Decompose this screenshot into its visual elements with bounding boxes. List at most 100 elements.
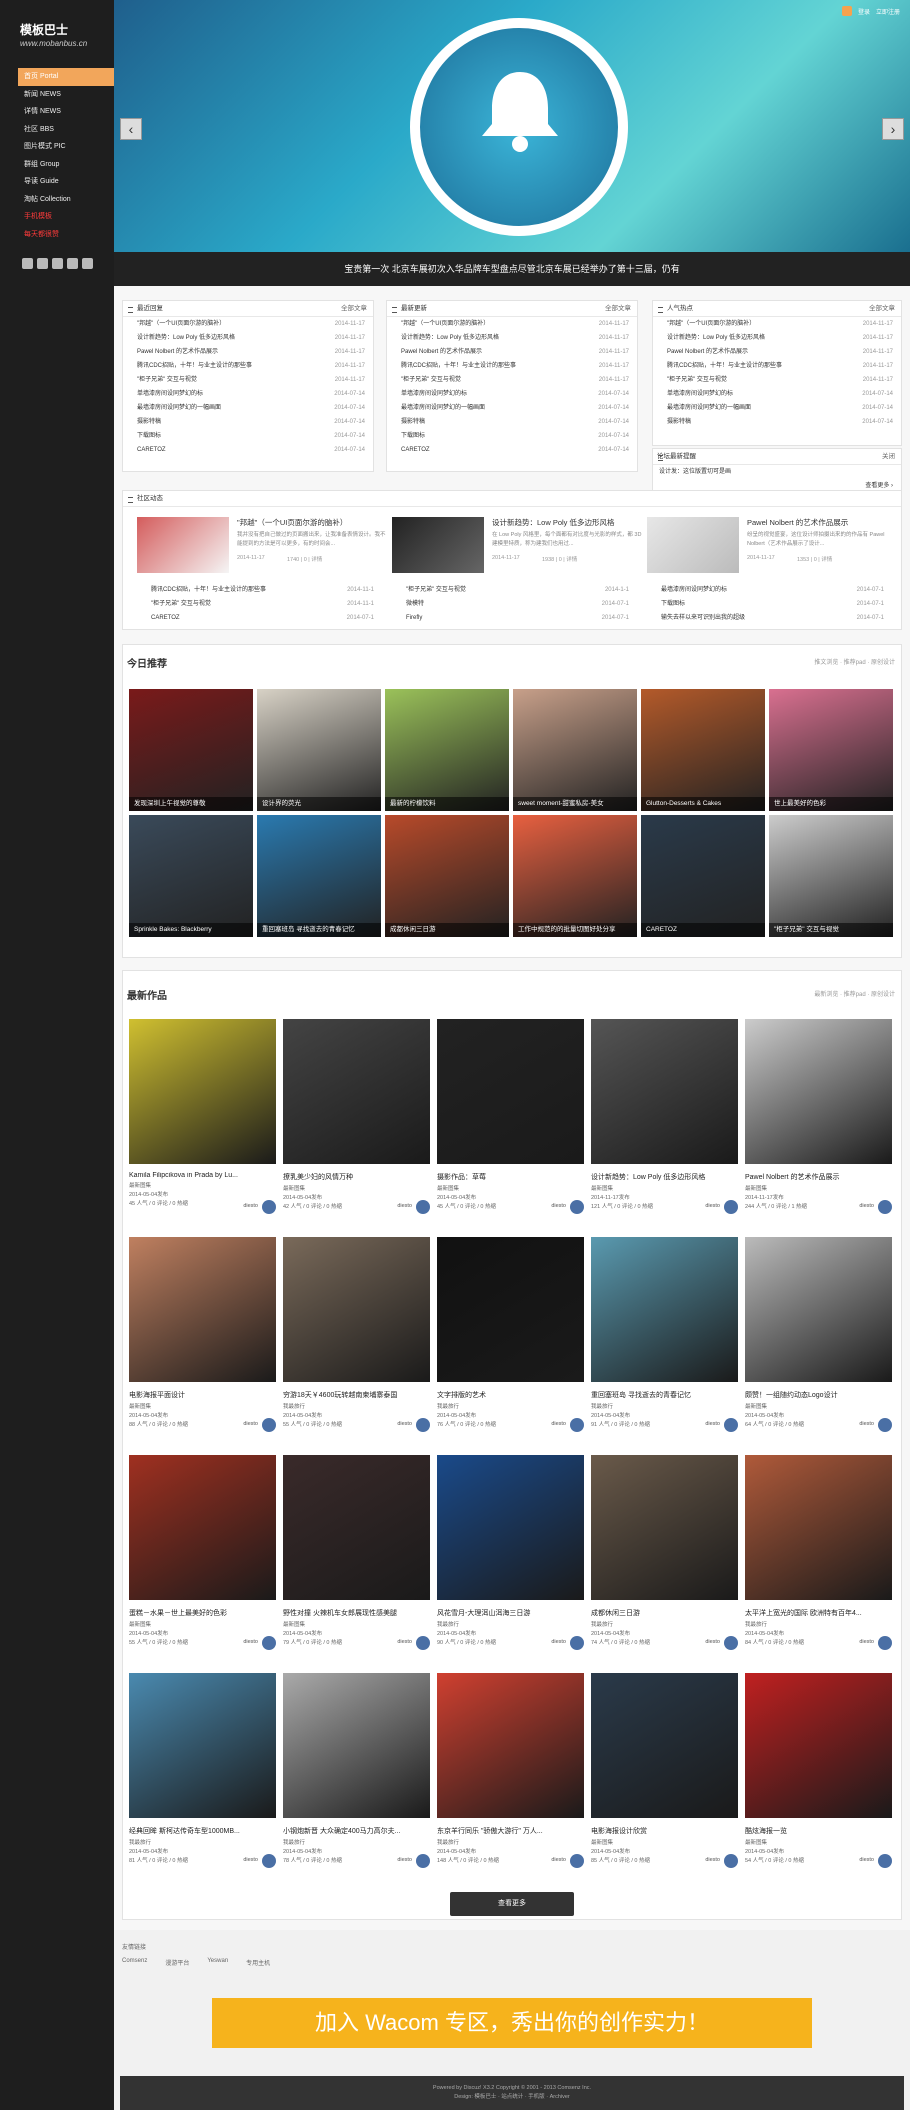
nav-item[interactable]: 淘帖 Collection bbox=[18, 191, 114, 209]
star-icon[interactable] bbox=[37, 258, 48, 269]
author-name[interactable]: diesto bbox=[551, 1639, 566, 1645]
list-item[interactable]: 下载图标 2014-07-1 bbox=[647, 597, 892, 611]
work-card[interactable]: 太平洋上宽光的国际 欧洲特有百年4... 我最旅行 2014-05-04发布 84 人… bbox=[745, 1455, 892, 1650]
list-item[interactable]: 设计新趋势：Low Poly 低多边形风格 2014-11-17 bbox=[387, 331, 637, 345]
list-item[interactable]: 摄影特稿 2014-07-14 bbox=[387, 415, 637, 429]
work-category[interactable]: 我最旅行 bbox=[437, 1621, 584, 1630]
item-title[interactable]: "邦越"（一个UI页面尔游的脑补） bbox=[137, 317, 225, 331]
list-item[interactable]: 下载图标 2014-07-14 bbox=[387, 429, 637, 443]
avatar[interactable] bbox=[724, 1854, 738, 1868]
list-item[interactable]: 下载图标 2014-07-14 bbox=[123, 429, 373, 443]
work-title[interactable]: 野性对撞 火辣机车女郎展现性感美腿 bbox=[283, 1608, 430, 1618]
feature-image[interactable] bbox=[647, 517, 739, 573]
work-image[interactable] bbox=[591, 1237, 738, 1382]
recommend-thumb[interactable]: 最新的柠檬饮料 bbox=[385, 689, 509, 811]
work-card[interactable]: Kamila Filipcikova in Prada by Lu... 最新图集… bbox=[129, 1019, 276, 1214]
item-title[interactable]: Pawel Nolbert 的艺术作品展示 bbox=[137, 345, 218, 359]
item-title[interactable]: 设计新趋势：Low Poly 低多边形风格 bbox=[401, 331, 499, 345]
feature-title[interactable]: 设计新趋势：Low Poly 低多边形风格 bbox=[492, 517, 642, 528]
item-title[interactable]: 摄影特稿 bbox=[401, 415, 425, 429]
work-category[interactable]: 我最旅行 bbox=[437, 1403, 584, 1412]
design-line[interactable]: Design: 模板巴士 · 站点统计 · 手机版 · Archiver bbox=[120, 2093, 904, 2102]
slider-next-button[interactable]: › bbox=[882, 118, 904, 140]
work-card[interactable]: 摄影作品：草莓 最新图集 2014-05-04发布 45 人气 / 0 评论 / 0 … bbox=[437, 1019, 584, 1214]
list-item[interactable]: 腾讯CDC招贴，十年！与业主设计的那些事 2014-11-17 bbox=[123, 359, 373, 373]
nav-item[interactable]: 图片模式 PIC bbox=[18, 138, 114, 156]
list-item[interactable]: 最墙漆房间设同梦幻的一幅画面 2014-07-14 bbox=[653, 401, 901, 415]
item-title[interactable]: 单墙漆房间设同梦幻的标 bbox=[137, 387, 203, 401]
today-more[interactable]: 推文浏览 · 推荐pad · 原创设计 bbox=[814, 657, 895, 666]
nav-item[interactable]: 每天都很赞 bbox=[18, 226, 114, 244]
nav-item[interactable]: 详情 NEWS bbox=[18, 103, 114, 121]
panel-more-link[interactable]: 全部文章 bbox=[341, 301, 367, 317]
panel-more-link[interactable]: 全部文章 bbox=[605, 301, 631, 317]
work-image[interactable] bbox=[283, 1455, 430, 1600]
nav-item[interactable]: 首页 Portal bbox=[18, 68, 114, 86]
author-name[interactable]: diesto bbox=[859, 1639, 874, 1645]
item-title[interactable]: "柜子兄弟" 交互与视觉 bbox=[401, 373, 461, 387]
work-image[interactable] bbox=[591, 1673, 738, 1818]
list-item[interactable]: Firefly 2014-07-1 bbox=[392, 611, 637, 625]
list-item[interactable]: Pawel Nolbert 的艺术作品展示 2014-11-17 bbox=[387, 345, 637, 359]
item-title[interactable]: CARETOZ bbox=[151, 611, 180, 625]
work-title[interactable]: 撩乳美少妇的风情万种 bbox=[283, 1172, 430, 1182]
work-category[interactable]: 最新图集 bbox=[745, 1185, 892, 1194]
recommend-thumb[interactable]: 重回塞班岛 寻找逝去的青春记忆 bbox=[257, 815, 381, 937]
work-card[interactable]: 蛋糕－水果－世上最美好的色彩 最新图集 2014-05-04发布 55 人气 / 0 … bbox=[129, 1455, 276, 1650]
work-image[interactable] bbox=[745, 1019, 892, 1164]
work-category[interactable]: 最新图集 bbox=[745, 1403, 892, 1412]
nav-item[interactable]: 社区 BBS bbox=[18, 121, 114, 139]
item-title[interactable]: 腾讯CDC招贴，十年！与业主设计的那些事 bbox=[137, 359, 252, 373]
avatar[interactable] bbox=[570, 1200, 584, 1214]
work-card[interactable]: 东京羊行同乐 "骄傲大游行" 万人... 我最旅行 2014-05-04发布 148 … bbox=[437, 1673, 584, 1868]
notice-text[interactable]: 设计发：这位版置切可是画 bbox=[653, 465, 901, 479]
nav-item[interactable]: 新闻 NEWS bbox=[18, 86, 114, 104]
site-logo[interactable]: 模板巴士 www.mobanbus.cn bbox=[20, 24, 87, 50]
item-title[interactable]: 下载图标 bbox=[661, 597, 685, 611]
work-category[interactable]: 最新图集 bbox=[129, 1403, 276, 1412]
work-image[interactable] bbox=[745, 1237, 892, 1382]
author-name[interactable]: diesto bbox=[859, 1203, 874, 1209]
recommend-thumb[interactable]: 成都休闲三日游 bbox=[385, 815, 509, 937]
nav-item[interactable]: 群组 Group bbox=[18, 156, 114, 174]
work-category[interactable]: 我最旅行 bbox=[283, 1403, 430, 1412]
list-item[interactable]: CARETOZ 2014-07-14 bbox=[123, 443, 373, 457]
work-card[interactable]: 电影海报设计欣赏 最新图集 2014-05-04发布 85 人气 / 0 评论 / 0… bbox=[591, 1673, 738, 1868]
work-title[interactable]: 酷炫海报一览 bbox=[745, 1826, 892, 1836]
nav-item[interactable]: 导读 Guide bbox=[18, 173, 114, 191]
work-title[interactable]: 穷游18天￥4600玩转越南柬埔寨泰国 bbox=[283, 1390, 430, 1400]
item-title[interactable]: 腾讯CDC招贴，十年！与业主设计的那些事 bbox=[151, 583, 266, 597]
work-card[interactable]: 野性对撞 火辣机车女郎展现性感美腿 最新图集 2014-05-04发布 79 人气 /… bbox=[283, 1455, 430, 1650]
work-title[interactable]: 重回塞班岛 寻找逝去的青春记忆 bbox=[591, 1390, 738, 1400]
work-category[interactable]: 最新图集 bbox=[591, 1185, 738, 1194]
recommend-thumb[interactable]: 设计界的荧光 bbox=[257, 689, 381, 811]
author-name[interactable]: diesto bbox=[705, 1639, 720, 1645]
banner-slider[interactable]: ‹ › 登录 立即注册 bbox=[114, 0, 910, 252]
work-image[interactable] bbox=[437, 1019, 584, 1164]
feature-image[interactable] bbox=[392, 517, 484, 573]
work-category[interactable]: 最新图集 bbox=[591, 1839, 738, 1848]
panel-more-link[interactable]: 全部文章 bbox=[869, 301, 895, 317]
work-image[interactable] bbox=[129, 1673, 276, 1818]
work-category[interactable]: 最新图集 bbox=[437, 1185, 584, 1194]
item-title[interactable]: "邦越"（一个UI页面尔游的脑补） bbox=[401, 317, 489, 331]
work-title[interactable]: 设计新趋势：Low Poly 低多边形风格 bbox=[591, 1172, 738, 1182]
work-image[interactable] bbox=[437, 1673, 584, 1818]
item-title[interactable]: "柜子兄弟" 交互与视觉 bbox=[406, 583, 466, 597]
item-title[interactable]: 下载图标 bbox=[137, 429, 161, 443]
work-image[interactable] bbox=[591, 1455, 738, 1600]
work-category[interactable]: 最新图集 bbox=[129, 1182, 276, 1191]
item-title[interactable]: 最墙漆房间设同梦幻的一幅画面 bbox=[667, 401, 751, 415]
author-name[interactable]: diesto bbox=[705, 1203, 720, 1209]
work-card[interactable]: 重回塞班岛 寻找逝去的青春记忆 我最旅行 2014-05-04发布 91 人气 / 0… bbox=[591, 1237, 738, 1432]
author-name[interactable]: diesto bbox=[705, 1857, 720, 1863]
feature-title[interactable]: "邦越"（一个UI页面尔游的脑补） bbox=[237, 517, 387, 528]
work-title[interactable]: 蛋糕－水果－世上最美好的色彩 bbox=[129, 1608, 276, 1618]
author-name[interactable]: diesto bbox=[243, 1857, 258, 1863]
work-category[interactable]: 我最旅行 bbox=[129, 1839, 276, 1848]
work-image[interactable] bbox=[129, 1455, 276, 1600]
wechat-icon[interactable] bbox=[82, 258, 93, 269]
item-title[interactable]: 最墙漆房间设同梦幻的标 bbox=[661, 583, 727, 597]
avatar[interactable] bbox=[724, 1200, 738, 1214]
work-category[interactable]: 最新图集 bbox=[129, 1621, 276, 1630]
